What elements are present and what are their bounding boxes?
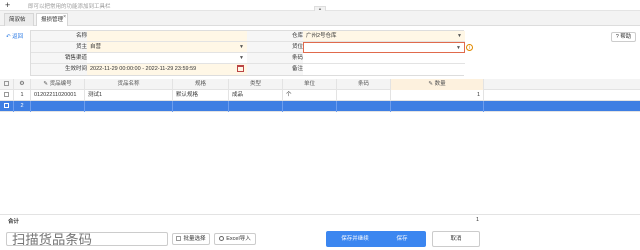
- back-label: 返回: [12, 34, 24, 40]
- name-label: 名称: [31, 31, 87, 42]
- column-item-code[interactable]: ✎ 货品编号: [31, 79, 85, 90]
- select-all-checkbox[interactable]: [0, 79, 14, 90]
- back-button[interactable]: ↶ 返回: [6, 32, 23, 40]
- toolbar-hint: 即可以把常用的功能添加到工具栏: [28, 4, 111, 10]
- column-item-name[interactable]: 货品名称: [85, 79, 173, 90]
- location-label: 货位: [247, 42, 303, 53]
- cell-item-name[interactable]: [85, 101, 173, 112]
- cell-type[interactable]: 成品: [229, 90, 283, 101]
- save-button[interactable]: 保存: [378, 231, 426, 247]
- cell-barcode[interactable]: [337, 90, 391, 101]
- time-value: 2022-11-29 00:00:00 - 2022-11-29 23:59:5…: [90, 66, 197, 72]
- summary-label: 合计: [8, 219, 20, 225]
- channel-select[interactable]: ▼: [87, 53, 247, 64]
- header-form: 名称 仓库 广州2号仓库 ▼ 货主 自营 ▼ 货位 ▼ 销售渠道 ▼ 条码 生效…: [30, 30, 465, 76]
- back-icon: ↶: [6, 34, 11, 40]
- table-row[interactable]: 1 01202211020001 测试1 默认规格 成品 个 1: [0, 90, 640, 101]
- tab-label: 简驭帖: [9, 17, 26, 23]
- warehouse-label: 仓库: [247, 31, 303, 42]
- help-button[interactable]: ? 帮助: [611, 32, 636, 42]
- summary-value: 1: [476, 217, 480, 223]
- excel-import-label: Excel导入: [226, 236, 251, 242]
- chevron-down-icon: ▼: [239, 55, 244, 61]
- tab-dashboard[interactable]: 简驭帖: [4, 13, 34, 26]
- gear-icon[interactable]: ⚙: [14, 79, 31, 90]
- owner-select[interactable]: 自营 ▼: [87, 42, 247, 53]
- time-range-input[interactable]: 2022-11-29 00:00:00 - 2022-11-29 23:59:5…: [87, 64, 247, 75]
- batch-select-label: 批量选择: [183, 236, 206, 242]
- cancel-button[interactable]: 取消: [432, 231, 480, 247]
- time-label: 生效时间: [31, 64, 87, 75]
- cell-barcode[interactable]: [337, 101, 391, 112]
- warehouse-select[interactable]: 广州2号仓库 ▼: [303, 31, 465, 42]
- cell-spec[interactable]: 默认规格: [173, 90, 229, 101]
- cell-item-code[interactable]: [31, 101, 85, 112]
- column-quantity[interactable]: ✎ 数量: [391, 79, 484, 90]
- save-continue-button[interactable]: 保存并继续: [326, 231, 384, 247]
- cell-item-name[interactable]: 测试1: [85, 90, 173, 101]
- batch-select-button[interactable]: 批量选择: [172, 233, 210, 245]
- cell-quantity[interactable]: 1: [391, 90, 484, 101]
- add-icon[interactable]: +: [5, 0, 10, 10]
- chevron-down-icon: ▼: [457, 33, 462, 39]
- row-checkbox[interactable]: [0, 90, 14, 101]
- owner-label: 货主: [31, 42, 87, 53]
- tab-bar: 简驭帖 报损管理 ×: [0, 11, 640, 26]
- remark-label: 备注: [247, 64, 303, 75]
- table-row-selected[interactable]: 2: [0, 101, 640, 112]
- tab-label: 报损管理: [41, 17, 64, 23]
- row-checkbox[interactable]: [0, 101, 14, 112]
- checkbox-icon: [176, 236, 182, 242]
- barcode-input[interactable]: [303, 53, 465, 64]
- location-select[interactable]: ▼: [303, 42, 465, 53]
- help-label: 帮助: [620, 34, 632, 40]
- import-icon: [219, 236, 225, 242]
- scan-barcode-input[interactable]: [6, 232, 168, 246]
- remark-input[interactable]: [303, 64, 465, 75]
- cell-unit[interactable]: 个: [283, 90, 337, 101]
- cell-spec[interactable]: [173, 101, 229, 112]
- owner-value: 自营: [90, 44, 102, 50]
- close-icon[interactable]: ×: [63, 11, 66, 23]
- chevron-down-icon: ▼: [239, 44, 244, 50]
- warning-icon: i: [466, 44, 473, 51]
- warehouse-value: 广州2号仓库: [306, 33, 337, 39]
- cell-type[interactable]: [229, 101, 283, 112]
- calendar-icon[interactable]: [237, 65, 244, 72]
- column-unit[interactable]: 单位: [283, 79, 337, 90]
- name-input[interactable]: [87, 31, 247, 42]
- cell-item-code[interactable]: 01202211020001: [31, 90, 85, 101]
- barcode-label: 条码: [247, 53, 303, 64]
- column-barcode[interactable]: 条码: [337, 79, 391, 90]
- row-number: 1: [14, 90, 31, 101]
- cell-quantity[interactable]: [391, 101, 484, 112]
- help-icon: ?: [615, 34, 619, 40]
- channel-label: 销售渠道: [31, 53, 87, 64]
- cell-unit[interactable]: [283, 101, 337, 112]
- top-toolbar: + 即可以把常用的功能添加到工具栏 ▲: [0, 0, 640, 11]
- tab-damage-management[interactable]: 报损管理 ×: [36, 13, 68, 26]
- summary-row: 合计 1: [0, 214, 640, 225]
- column-type[interactable]: 类型: [229, 79, 283, 90]
- column-spec[interactable]: 规格: [173, 79, 229, 90]
- row-number: 2: [14, 101, 31, 112]
- excel-import-button[interactable]: Excel导入: [214, 233, 256, 245]
- grid-header: ⚙ ✎ 货品编号 货品名称 规格 类型 单位 条码 ✎ 数量: [0, 79, 640, 90]
